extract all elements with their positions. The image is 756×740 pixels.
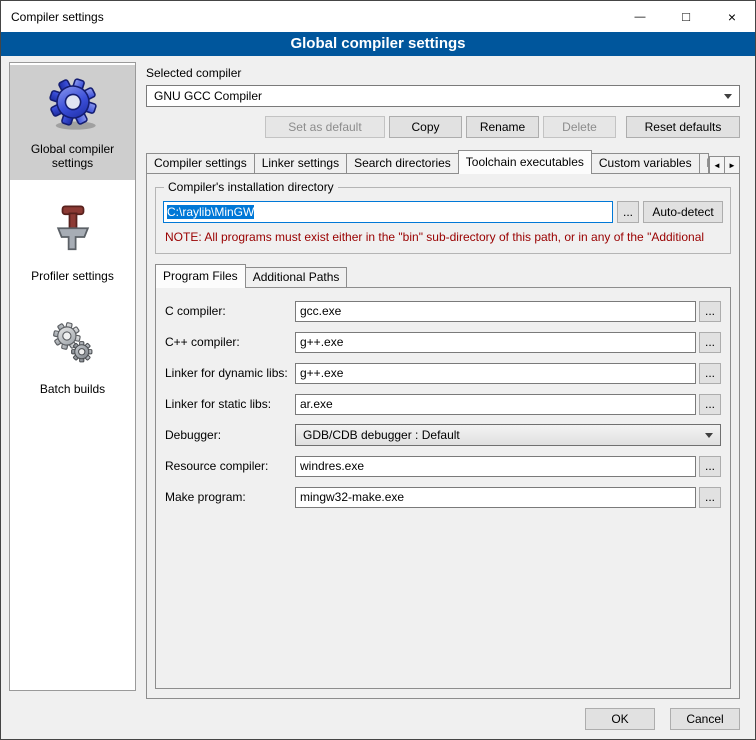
window-title: Compiler settings — [1, 10, 104, 24]
dynamic-linker-label: Linker for dynamic libs: — [165, 366, 292, 380]
make-program-input[interactable] — [295, 487, 696, 508]
dynamic-linker-input[interactable] — [295, 363, 696, 384]
minimize-button[interactable]: — — [617, 1, 663, 32]
reset-defaults-button[interactable]: Reset defaults — [626, 116, 740, 138]
sidebar-item-global-compiler-settings[interactable]: Global compiler settings — [10, 65, 135, 180]
maximize-button[interactable]: □ — [663, 1, 709, 32]
resource-compiler-label: Resource compiler: — [165, 459, 292, 473]
compiler-settings-window: Compiler settings — □ × Global compiler … — [0, 0, 756, 740]
close-button[interactable]: × — [709, 1, 755, 32]
field-row-static-linker: Linker for static libs: ... — [165, 393, 721, 415]
sidebar-item-profiler-settings[interactable]: Profiler settings — [10, 194, 135, 293]
programs-tabstrip: Program Files Additional Paths — [155, 264, 731, 288]
field-row-make-program: Make program: ... — [165, 486, 721, 508]
dialog-content: Global compiler settings Profiler settin… — [1, 56, 755, 701]
main-panel: Selected compiler GNU GCC Compiler Set a… — [136, 62, 747, 699]
field-row-c-compiler: C compiler: ... — [165, 300, 721, 322]
resource-compiler-browse-button[interactable]: ... — [699, 456, 721, 477]
tab-scroll-buttons: ◄ ► — [709, 156, 740, 174]
c-compiler-label: C compiler: — [165, 304, 292, 318]
tab-scroll-right-button[interactable]: ► — [724, 156, 740, 174]
tab-scroll-left-button[interactable]: ◄ — [709, 156, 725, 174]
static-linker-label: Linker for static libs: — [165, 397, 292, 411]
sidebar-item-batch-builds[interactable]: Batch builds — [10, 307, 135, 406]
cpp-compiler-browse-button[interactable]: ... — [699, 332, 721, 353]
make-program-label: Make program: — [165, 490, 292, 504]
tab-additional-paths[interactable]: Additional Paths — [245, 267, 348, 288]
installation-directory-group-title: Compiler's installation directory — [164, 180, 338, 195]
installation-directory-input[interactable]: C:\raylib\MinGW — [163, 201, 613, 223]
c-compiler-browse-button[interactable]: ... — [699, 301, 721, 322]
program-files-panel: C compiler: ... C++ compiler: ... Linker… — [155, 287, 731, 689]
maximize-icon: □ — [682, 9, 690, 24]
titlebar: Compiler settings — □ × — [1, 1, 755, 32]
installation-directory-value: C:\raylib\MinGW — [167, 205, 254, 219]
debugger-label: Debugger: — [165, 428, 292, 442]
cpp-compiler-label: C++ compiler: — [165, 335, 292, 349]
static-linker-browse-button[interactable]: ... — [699, 394, 721, 415]
c-compiler-input[interactable] — [295, 301, 696, 322]
settings-tabstrip: Compiler settings Linker settings Search… — [146, 150, 740, 174]
tab-search-directories[interactable]: Search directories — [346, 153, 459, 174]
arrow-left-icon: ◄ — [713, 161, 721, 170]
dialog-header-title: Global compiler settings — [290, 35, 465, 52]
sidebar-item-label: Global compiler settings — [13, 142, 132, 170]
field-row-resource-compiler: Resource compiler: ... — [165, 455, 721, 477]
ok-button[interactable]: OK — [585, 708, 655, 730]
selected-compiler-combobox[interactable]: GNU GCC Compiler — [146, 85, 740, 107]
dynamic-linker-browse-button[interactable]: ... — [699, 363, 721, 384]
selected-compiler-label: Selected compiler — [146, 66, 740, 80]
tab-custom-variables[interactable]: Custom variables — [591, 153, 700, 174]
tab-linker-settings[interactable]: Linker settings — [254, 153, 347, 174]
delete-button[interactable]: Delete — [543, 116, 616, 138]
installation-directory-note: NOTE: All programs must exist either in … — [165, 230, 721, 244]
compiler-actions: Set as default Copy Rename Delete Reset … — [146, 116, 740, 138]
cpp-compiler-input[interactable] — [295, 332, 696, 353]
field-row-debugger: Debugger: GDB/CDB debugger : Default — [165, 424, 721, 446]
tab-program-files[interactable]: Program Files — [155, 264, 246, 288]
chevron-down-icon — [724, 94, 732, 99]
field-row-cpp-compiler: C++ compiler: ... — [165, 331, 721, 353]
dialog-header: Global compiler settings — [1, 32, 755, 56]
installation-directory-group: Compiler's installation directory C:\ray… — [155, 187, 731, 254]
dialog-footer: OK Cancel — [1, 701, 755, 739]
toolchain-executables-panel: Compiler's installation directory C:\ray… — [146, 173, 740, 699]
profiler-icon — [45, 202, 101, 261]
static-linker-input[interactable] — [295, 394, 696, 415]
tab-compiler-settings[interactable]: Compiler settings — [146, 153, 255, 174]
selected-compiler-value: GNU GCC Compiler — [154, 89, 262, 103]
settings-category-list: Global compiler settings Profiler settin… — [9, 62, 136, 691]
debugger-value: GDB/CDB debugger : Default — [303, 428, 460, 442]
gear-blue-icon — [44, 73, 102, 134]
tab-build-options-clipped[interactable]: Buil — [699, 153, 709, 174]
arrow-right-icon: ► — [728, 161, 736, 170]
debugger-combobox[interactable]: GDB/CDB debugger : Default — [295, 424, 721, 446]
make-program-browse-button[interactable]: ... — [699, 487, 721, 508]
field-row-dynamic-linker: Linker for dynamic libs: ... — [165, 362, 721, 384]
set-as-default-button[interactable]: Set as default — [265, 116, 385, 138]
copy-button[interactable]: Copy — [389, 116, 462, 138]
chevron-down-icon — [705, 433, 713, 438]
sidebar-item-label: Profiler settings — [31, 269, 114, 283]
installation-directory-row: C:\raylib\MinGW ... Auto-detect — [163, 201, 723, 223]
resource-compiler-input[interactable] — [295, 456, 696, 477]
rename-button[interactable]: Rename — [466, 116, 539, 138]
tab-toolchain-executables[interactable]: Toolchain executables — [458, 150, 592, 174]
close-icon: × — [728, 9, 736, 25]
sidebar-item-label: Batch builds — [40, 382, 105, 396]
caption-buttons: — □ × — [617, 1, 755, 32]
gears-gray-icon — [45, 315, 101, 374]
auto-detect-button[interactable]: Auto-detect — [643, 201, 723, 223]
minimize-icon: — — [635, 11, 646, 23]
cancel-button[interactable]: Cancel — [670, 708, 740, 730]
installation-directory-browse-button[interactable]: ... — [617, 201, 639, 223]
